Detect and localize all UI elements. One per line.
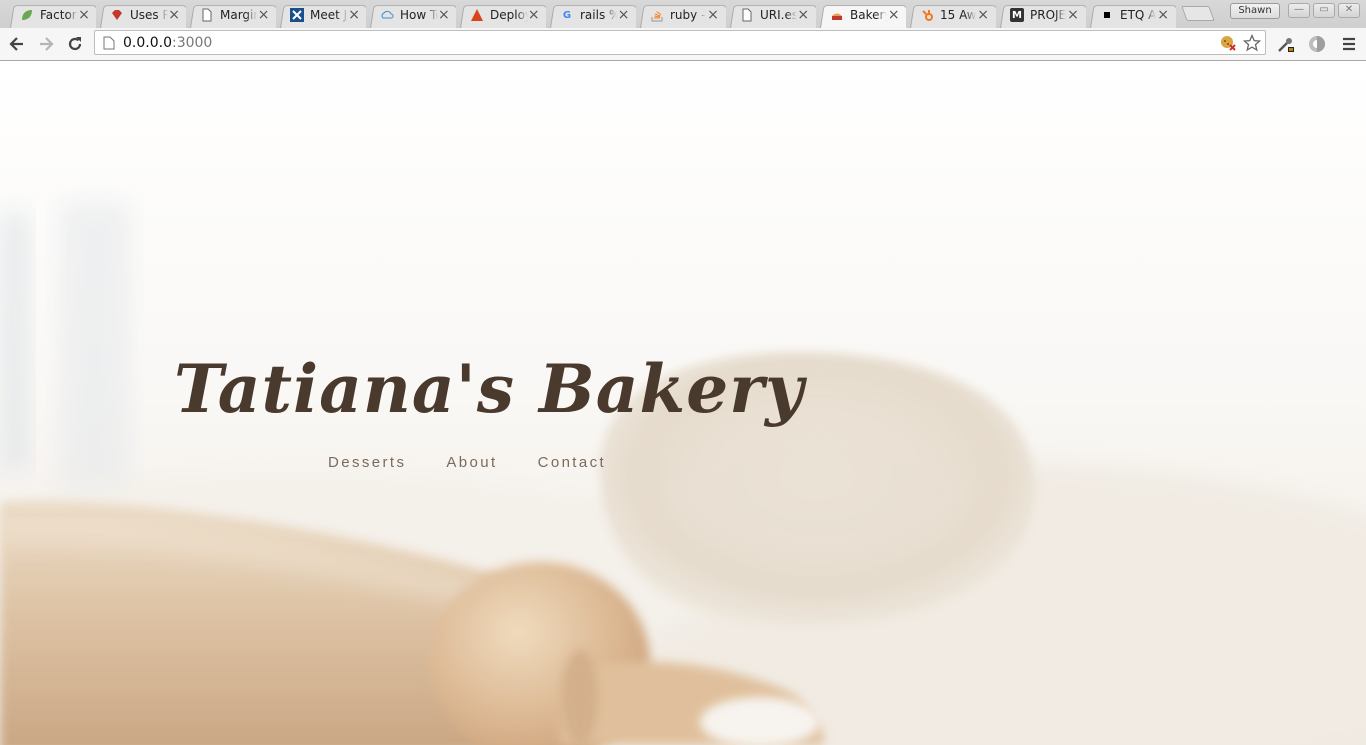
- close-icon[interactable]: ×: [706, 8, 720, 22]
- close-icon[interactable]: ×: [528, 8, 541, 22]
- back-button[interactable]: [5, 32, 29, 56]
- cake-icon: [830, 8, 844, 22]
- tab-title: ruby -: [670, 8, 706, 22]
- reload-icon: [68, 37, 82, 51]
- tab[interactable]: M PROJE ×: [996, 2, 1086, 28]
- medium-icon: M: [1010, 8, 1024, 22]
- tab[interactable]: Factory ×: [6, 2, 96, 28]
- close-icon[interactable]: ×: [617, 8, 630, 22]
- cookie-blocked-icon[interactable]: [1219, 34, 1237, 56]
- ruby-icon: [110, 8, 124, 22]
- page-icon: [200, 8, 214, 22]
- close-icon[interactable]: ×: [1156, 8, 1170, 22]
- close-icon[interactable]: ×: [976, 8, 990, 22]
- tab-title: Deploy: [490, 8, 528, 22]
- tab[interactable]: ruby - ×: [636, 2, 726, 28]
- star-icon[interactable]: [1242, 33, 1262, 56]
- close-icon[interactable]: ×: [257, 8, 270, 22]
- square-icon: [1100, 8, 1114, 22]
- address-host: 0.0.0.0: [123, 34, 172, 51]
- minimize-button[interactable]: —: [1288, 3, 1310, 18]
- site-title: Tatiana's Bakery: [174, 350, 805, 428]
- extension-icon[interactable]: [1305, 32, 1329, 56]
- tab-title: 15 Aw: [940, 8, 977, 22]
- page-icon: [740, 8, 754, 22]
- address-bar[interactable]: 0.0.0.0:3000: [94, 30, 1266, 55]
- new-tab-button[interactable]: [1181, 6, 1215, 21]
- cross-icon: [290, 8, 304, 22]
- arrow-right-icon: [40, 37, 54, 51]
- address-port: :3000: [171, 34, 213, 51]
- eyedropper-icon[interactable]: [1274, 32, 1298, 56]
- nav-link-about[interactable]: About: [446, 454, 497, 471]
- tab-title: rails %: [580, 8, 618, 22]
- profile-button[interactable]: Shawn: [1230, 3, 1280, 19]
- tab-title: Margin: [220, 8, 258, 22]
- close-icon[interactable]: ×: [438, 8, 450, 22]
- deploy-icon: [470, 8, 484, 22]
- tab[interactable]: Margin ×: [186, 2, 276, 28]
- page-icon: [103, 36, 115, 49]
- tab-list: Factory × Uses Ruby × Margin × Meet Jeky…: [6, 2, 1176, 28]
- tab-title: PROJE: [1030, 8, 1067, 22]
- arrow-left-icon: [9, 37, 23, 51]
- tab-title: ETQ A: [1120, 8, 1157, 22]
- tab[interactable]: How To ×: [366, 2, 456, 28]
- site-nav: Desserts About Contact: [328, 454, 606, 471]
- leaf-icon: [20, 8, 34, 22]
- cloud-icon: [380, 8, 394, 22]
- tab[interactable]: Meet Jekyll ×: [276, 2, 366, 28]
- tab-title: Factory: [40, 8, 78, 22]
- tab[interactable]: Uses Ruby ×: [96, 2, 186, 28]
- hubspot-icon: [920, 8, 934, 22]
- nav-link-contact[interactable]: Contact: [538, 454, 607, 471]
- tab-strip: Factory × Uses Ruby × Margin × Meet Jeky…: [0, 0, 1366, 28]
- close-icon[interactable]: ×: [1066, 8, 1080, 22]
- tab[interactable]: G rails % ×: [546, 2, 636, 28]
- tab[interactable]: Deploy ×: [456, 2, 546, 28]
- close-icon[interactable]: ×: [78, 8, 90, 22]
- browser-toolbar: 0.0.0.0:3000: [0, 28, 1366, 61]
- nav-link-desserts[interactable]: Desserts: [328, 454, 406, 471]
- tab[interactable]: ETQ A ×: [1086, 2, 1176, 28]
- tab[interactable]: URI.es ×: [726, 2, 816, 28]
- forward-button[interactable]: [34, 32, 58, 56]
- tab-title: How To: [400, 8, 438, 22]
- close-icon[interactable]: ×: [797, 8, 810, 22]
- page-viewport: Tatiana's Bakery Desserts About Contact: [0, 62, 1366, 745]
- tab-title: Bakery: [850, 8, 888, 22]
- tab-title: Uses Ruby: [130, 8, 169, 22]
- close-icon[interactable]: ×: [887, 8, 900, 22]
- tab-title: URI.es: [760, 8, 797, 22]
- menu-icon[interactable]: [1337, 32, 1361, 56]
- tab[interactable]: 15 Aw ×: [906, 2, 996, 28]
- tab-active[interactable]: Bakery ×: [816, 2, 906, 28]
- google-icon: G: [562, 9, 572, 21]
- reload-button[interactable]: [63, 32, 87, 56]
- maximize-button[interactable]: ▭: [1313, 3, 1335, 18]
- close-icon[interactable]: ×: [168, 8, 180, 22]
- tab-title: Meet Jekyll: [310, 8, 348, 22]
- stackoverflow-icon: [650, 8, 664, 22]
- close-icon[interactable]: ×: [348, 8, 360, 22]
- close-window-button[interactable]: ✕: [1338, 3, 1360, 18]
